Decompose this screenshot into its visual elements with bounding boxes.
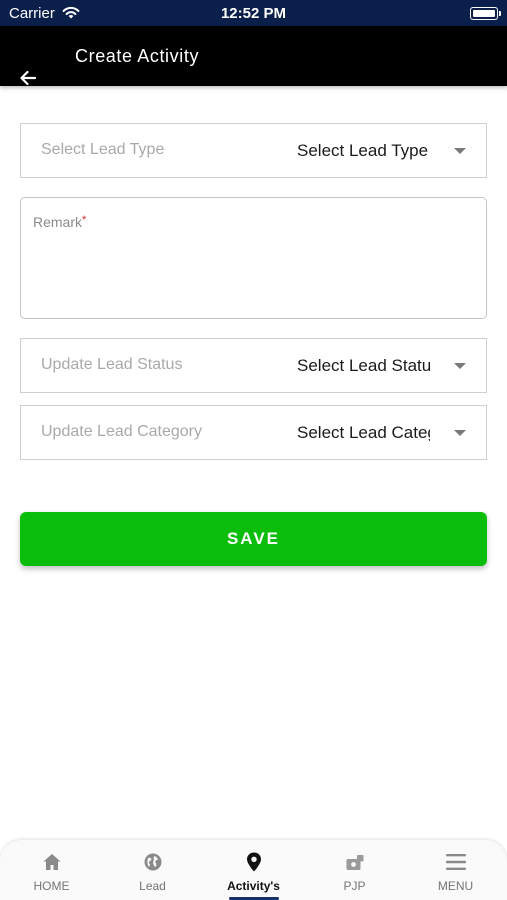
page-title: Create Activity bbox=[75, 46, 200, 66]
lead-type-value: Select Lead Type bbox=[297, 141, 429, 160]
app-bar: Create Activity bbox=[0, 26, 507, 86]
home-icon bbox=[43, 854, 61, 870]
status-bar: Carrier 12:52 PM bbox=[0, 0, 507, 26]
lead-type-label: Select Lead Type bbox=[41, 141, 165, 158]
nav-item-pjp[interactable]: PJP bbox=[304, 840, 405, 900]
pjp-icon bbox=[346, 855, 364, 870]
nav-item-home[interactable]: HOME bbox=[1, 840, 102, 900]
nav-label-home: HOME bbox=[33, 879, 70, 893]
lead-status-value: Select Lead Status bbox=[297, 356, 430, 375]
globe-icon bbox=[144, 853, 162, 871]
bottom-navigation: HOME Lead Activity's PJP MENU bbox=[0, 840, 507, 900]
nav-item-activity[interactable]: Activity's bbox=[203, 840, 304, 900]
remark-label: Remark* bbox=[33, 214, 87, 230]
nav-item-menu[interactable]: MENU bbox=[405, 840, 506, 900]
nav-label-pjp: PJP bbox=[343, 879, 366, 893]
location-pin-icon bbox=[247, 852, 261, 872]
required-marker: * bbox=[82, 214, 87, 226]
back-arrow-icon[interactable] bbox=[17, 67, 39, 89]
lead-category-label: Update Lead Category bbox=[41, 423, 202, 440]
nav-label-activity: Activity's bbox=[227, 879, 280, 893]
lead-category-select[interactable]: Update Lead Category Select Lead Categor… bbox=[20, 405, 487, 460]
lead-type-select[interactable]: Select Lead Type Select Lead Type bbox=[20, 123, 487, 178]
chevron-down-icon bbox=[454, 363, 466, 369]
nav-label-lead: Lead bbox=[139, 879, 166, 893]
chevron-down-icon bbox=[454, 148, 466, 154]
nav-label-menu: MENU bbox=[437, 879, 474, 893]
remark-field[interactable]: Remark* bbox=[20, 197, 487, 319]
chevron-down-icon bbox=[454, 430, 466, 436]
save-button[interactable]: SAVE bbox=[20, 512, 487, 566]
menu-icon bbox=[446, 854, 466, 870]
lead-category-value: Select Lead Category bbox=[297, 423, 430, 442]
lead-status-label: Update Lead Status bbox=[41, 356, 183, 373]
status-time: 12:52 PM bbox=[220, 5, 287, 22]
lead-status-select[interactable]: Update Lead Status Select Lead Status bbox=[20, 338, 487, 393]
battery-icon bbox=[470, 7, 501, 20]
nav-item-lead[interactable]: Lead bbox=[102, 840, 203, 900]
